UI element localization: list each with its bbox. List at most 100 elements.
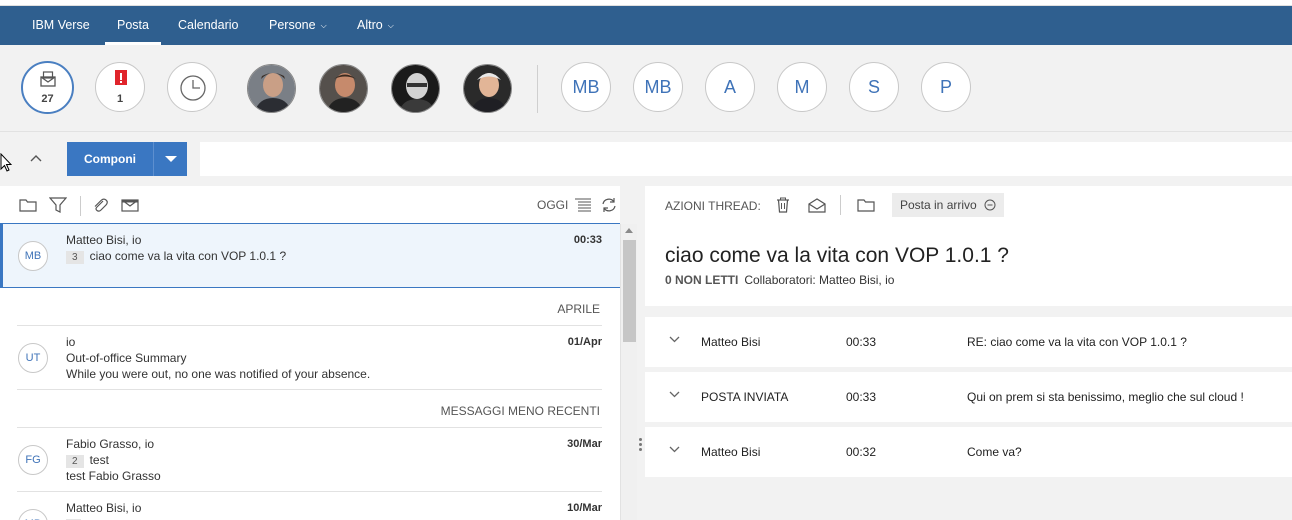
envelope-stack-icon (40, 71, 56, 87)
mouse-pointer-icon (0, 153, 12, 172)
mail-subject: test (89, 453, 109, 467)
compose-dropdown-button[interactable] (153, 142, 187, 176)
message-subject: Come va? (967, 445, 1022, 459)
folder-chip[interactable]: Posta in arrivo (892, 193, 1005, 217)
important-bubble[interactable]: 1 (95, 62, 145, 112)
people-bar-separator (537, 65, 538, 113)
mail-from: Matteo Bisi, io (66, 501, 142, 515)
envelope-icon[interactable] (121, 197, 139, 213)
mail-subject: Out-of-office Summary (66, 351, 187, 365)
nav-tab-persone[interactable]: Persone ⌵ (269, 6, 327, 45)
contact-initials: MB (644, 77, 672, 97)
contact-bubble-a[interactable]: A (705, 62, 755, 112)
contact-avatar[interactable] (247, 64, 296, 113)
mail-time: 00:33 (573, 234, 602, 246)
inbox-count: 27 (41, 93, 54, 105)
mail-list-scrollbar[interactable] (620, 224, 637, 520)
thread-count-badge: 2 (66, 455, 84, 468)
refresh-icon[interactable] (600, 197, 618, 213)
mail-preview: While you were out, no one was notified … (66, 367, 371, 381)
chevron-down-icon: ⌵ (320, 21, 327, 30)
nav-tab-altro[interactable]: Altro ⌵ (357, 6, 394, 45)
nav-tab-calendario[interactable]: Calendario (178, 6, 238, 45)
people-bar: 27 1 MB MB A M S P (0, 45, 1292, 132)
mail-time: 10/Mar (567, 502, 602, 514)
message-from: Matteo Bisi (701, 335, 761, 349)
thread-message[interactable]: Matteo Bisi 00:32 Come va? (645, 427, 1292, 477)
message-time: 00:32 (846, 445, 877, 459)
mail-list-toolbar: OGGI (0, 186, 620, 224)
mail-preview: test Fabio Grasso (66, 469, 161, 483)
thread-message[interactable]: Matteo Bisi 00:33 RE: ciao come va la vi… (645, 317, 1292, 367)
top-nav: IBM Verse Posta Calendario Persone ⌵ Altr… (0, 6, 1292, 45)
pane-resize-handle[interactable] (638, 436, 644, 458)
list-item[interactable]: MB Matteo Bisi, io 10/Mar (0, 492, 620, 520)
message-from: POSTA INVIATA (701, 390, 789, 404)
important-flag-icon (115, 70, 127, 85)
nav-tab-posta-label: Posta (117, 18, 149, 32)
contact-initials: P (939, 77, 952, 97)
scrollbar-thumb[interactable] (623, 240, 636, 342)
contact-avatar[interactable] (319, 64, 368, 113)
thread-actions-label: AZIONI THREAD: (665, 199, 761, 213)
contact-avatar[interactable] (391, 64, 440, 113)
nav-tab-posta[interactable]: Posta (105, 6, 161, 45)
inbox-bubble[interactable]: 27 (21, 61, 74, 114)
nav-tab-altro-label: Altro (357, 18, 383, 32)
folder-icon[interactable] (19, 197, 37, 213)
attachment-icon[interactable] (91, 197, 109, 213)
contact-bubble-s[interactable]: S (849, 62, 899, 112)
remove-circle-icon[interactable] (984, 199, 996, 211)
mail-from: io (66, 335, 76, 349)
contact-initials: A (723, 77, 736, 97)
collapse-bar-icon[interactable] (30, 150, 42, 165)
avatar: MB (18, 241, 48, 271)
compose-button[interactable]: Componi (67, 142, 153, 176)
folder-icon[interactable] (857, 197, 875, 213)
section-label-aprile: APRILE (557, 302, 600, 316)
contact-initials: M (794, 77, 810, 97)
contact-photo (392, 65, 439, 112)
list-item[interactable]: FG Fabio Grasso, io 30/Mar 2 test test Fa… (0, 428, 620, 492)
scroll-up-arrow-icon[interactable] (625, 228, 633, 233)
nav-brand[interactable]: IBM Verse (32, 6, 90, 45)
nav-brand-label: IBM Verse (32, 18, 90, 32)
contact-initials: MB (572, 77, 600, 97)
contact-avatar[interactable] (463, 64, 512, 113)
avatar: MB (18, 509, 48, 520)
contact-bubble-mb[interactable]: MB (633, 62, 683, 112)
clock-bubble[interactable] (167, 62, 217, 112)
chevron-down-icon[interactable] (669, 445, 680, 456)
contact-photo (464, 65, 511, 112)
mail-time: 30/Mar (567, 438, 602, 450)
mail-list-pane: OGGI MB Matteo Bisi, io 00:33 3 ciao come… (0, 186, 620, 520)
contact-bubble-p[interactable]: P (921, 62, 971, 112)
toolbar-separator (80, 196, 81, 216)
sort-label[interactable]: OGGI (537, 198, 568, 212)
list-item[interactable]: UT io 01/Apr Out-of-office Summary While… (0, 326, 620, 390)
search-input[interactable] (200, 142, 1292, 176)
mail-time: 01/Apr (567, 336, 602, 348)
mark-read-icon[interactable] (808, 197, 826, 213)
contact-bubble-mb[interactable]: MB (561, 62, 611, 112)
list-view-icon[interactable] (574, 197, 592, 213)
message-subject: Qui on prem si sta benissimo, meglio che… (967, 390, 1244, 404)
chevron-down-icon[interactable] (669, 390, 680, 401)
thread-header: ciao come va la vita con VOP 1.0.1 ? 0 N… (645, 224, 1292, 306)
mail-from: Matteo Bisi, io (66, 233, 142, 247)
chevron-down-icon[interactable] (669, 335, 680, 346)
contact-bubble-m[interactable]: M (777, 62, 827, 112)
mail-from: Fabio Grasso, io (66, 437, 155, 451)
contact-photo (320, 65, 367, 112)
contact-photo (248, 65, 295, 112)
filter-icon[interactable] (49, 197, 67, 213)
trash-icon[interactable] (776, 197, 790, 213)
compose-label: Componi (84, 152, 136, 166)
contact-initials: S (867, 77, 880, 97)
list-item[interactable]: MB Matteo Bisi, io 00:33 3 ciao come va l… (0, 224, 620, 288)
toolbar-separator (840, 195, 841, 215)
mail-subject: ciao come va la vita con VOP 1.0.1 ? (89, 249, 287, 263)
thread-toolbar: AZIONI THREAD: Posta in arrivo (645, 186, 1292, 224)
thread-message[interactable]: POSTA INVIATA 00:33 Qui on prem si sta b… (645, 372, 1292, 422)
caret-down-icon (165, 156, 177, 162)
